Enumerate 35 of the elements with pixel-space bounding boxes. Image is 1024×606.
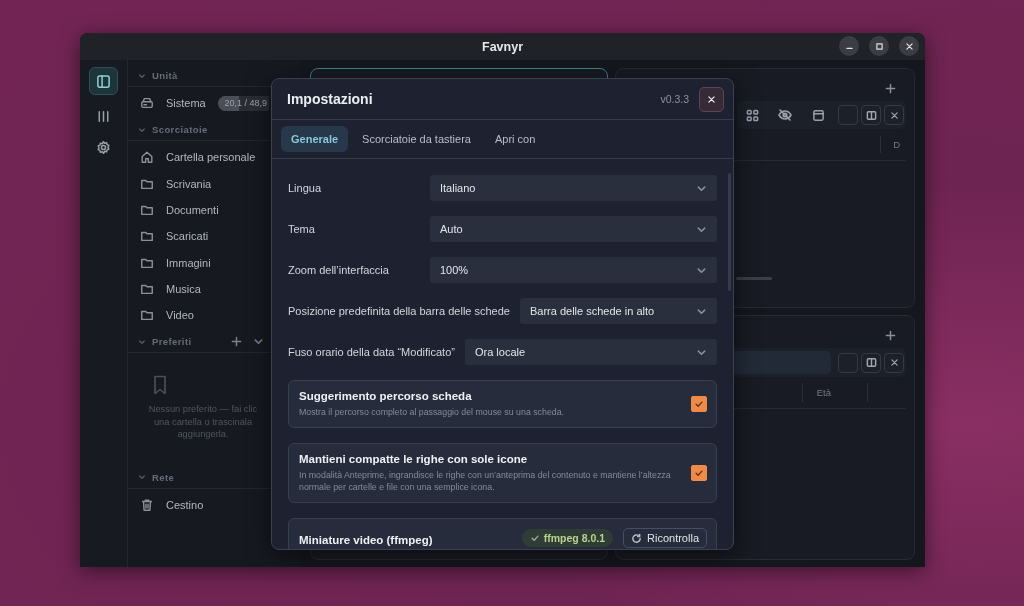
sidebar-item[interactable]: Musica <box>166 282 201 295</box>
option-description: Mostra il percorso completo al passaggio del mouse su una scheda. <box>299 406 566 418</box>
usage-text: 20,1 / 48,9 <box>224 98 267 109</box>
setting-label: Posizione predefinita della barra delle schede <box>288 305 510 317</box>
setting-label: Zoom dell’interfaccia <box>288 264 390 276</box>
sidebar-item[interactable]: Sistema <box>166 97 206 110</box>
sidebar-item[interactable]: Immagini <box>166 256 211 269</box>
settings-tab[interactable]: Apri con <box>484 126 546 152</box>
dialog-title: Impostazioni <box>287 91 374 107</box>
dropdown[interactable]: Auto <box>430 216 717 242</box>
option-title: Miniature video (ffmpeg) <box>299 533 434 546</box>
status-badge: ffmpeg 8.0.1 <box>521 529 614 547</box>
setting-label: Tema <box>288 223 316 235</box>
column-header[interactable]: D <box>880 136 906 153</box>
settings-tab[interactable]: Scorciatoie da tastiera <box>352 126 481 152</box>
dropdown[interactable]: Ora locale <box>464 339 717 365</box>
setting-label: Lingua <box>288 182 323 194</box>
sidebar-item[interactable]: Video <box>166 309 194 322</box>
sidebar-item[interactable]: Documenti <box>166 204 219 217</box>
settings-tab[interactable]: Generale <box>281 126 349 152</box>
dropdown[interactable]: Barra delle schede in alto <box>520 298 717 324</box>
sidebar-item[interactable]: Scaricati <box>166 230 209 243</box>
sidebar-item[interactable]: Cartella personale <box>166 151 256 164</box>
recheck-button[interactable]: Ricontrolla <box>623 528 707 548</box>
sidebar-item[interactable]: Cestino <box>166 499 204 511</box>
dropdown[interactable]: 100% <box>430 257 717 283</box>
window-title: Favnyr <box>482 39 523 54</box>
column-header[interactable]: Età <box>801 383 868 402</box>
option-title: Mantieni compatte le righe con sole icone <box>299 453 529 465</box>
dropdown[interactable]: Italiano <box>430 175 717 201</box>
version-label: v0.3.3 <box>660 93 689 105</box>
option-description: In modalità Anteprime, ingrandisce le righe con un’anteprima del contenuto e mantiene l’altezza normale per cartelle e file con una semplice icona. <box>299 469 672 493</box>
option-title: Suggerimento percorso scheda <box>299 390 473 402</box>
sidebar-item[interactable]: Scrivania <box>166 177 212 190</box>
setting-label: Fuso orario della data “Modificato” <box>288 346 455 358</box>
